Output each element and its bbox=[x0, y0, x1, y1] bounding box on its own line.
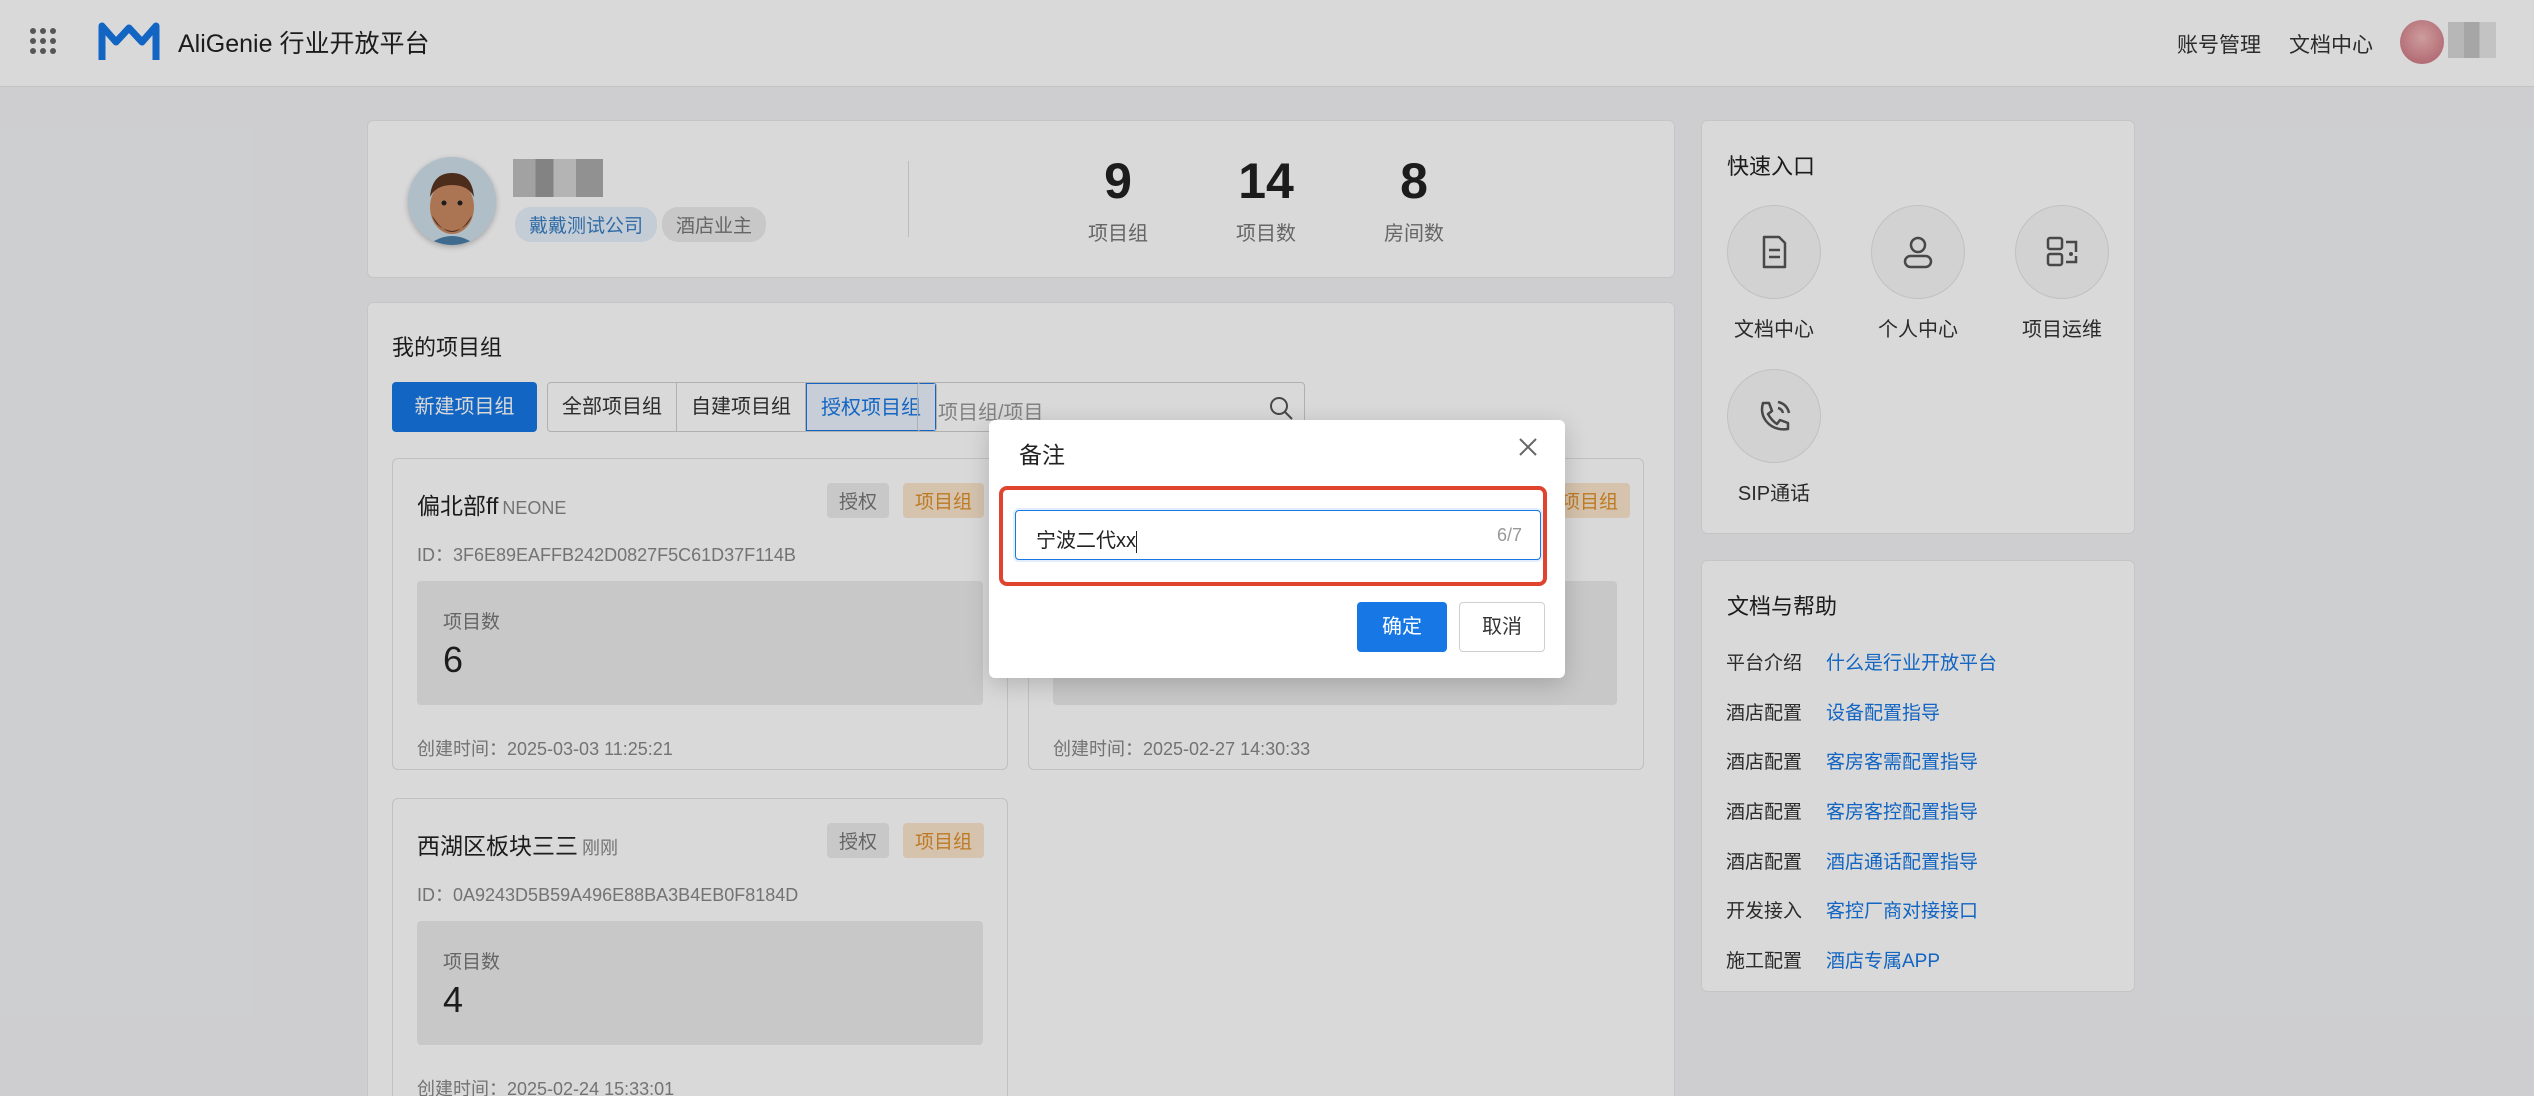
remark-input[interactable]: 宁波二代xx 6/7 bbox=[1015, 510, 1541, 560]
close-icon[interactable] bbox=[1517, 436, 1539, 458]
confirm-button[interactable]: 确定 bbox=[1357, 602, 1447, 652]
cancel-button[interactable]: 取消 bbox=[1459, 602, 1545, 652]
remark-text: 宁波二代xx bbox=[1036, 530, 1136, 552]
remark-dialog: 备注 宁波二代xx 6/7 确定 取消 bbox=[989, 420, 1565, 678]
remark-input-value: 宁波二代xx bbox=[1036, 524, 1137, 553]
text-cursor bbox=[1136, 530, 1137, 553]
dialog-title: 备注 bbox=[1019, 442, 1065, 468]
char-counter: 6/7 bbox=[1496, 525, 1522, 545]
